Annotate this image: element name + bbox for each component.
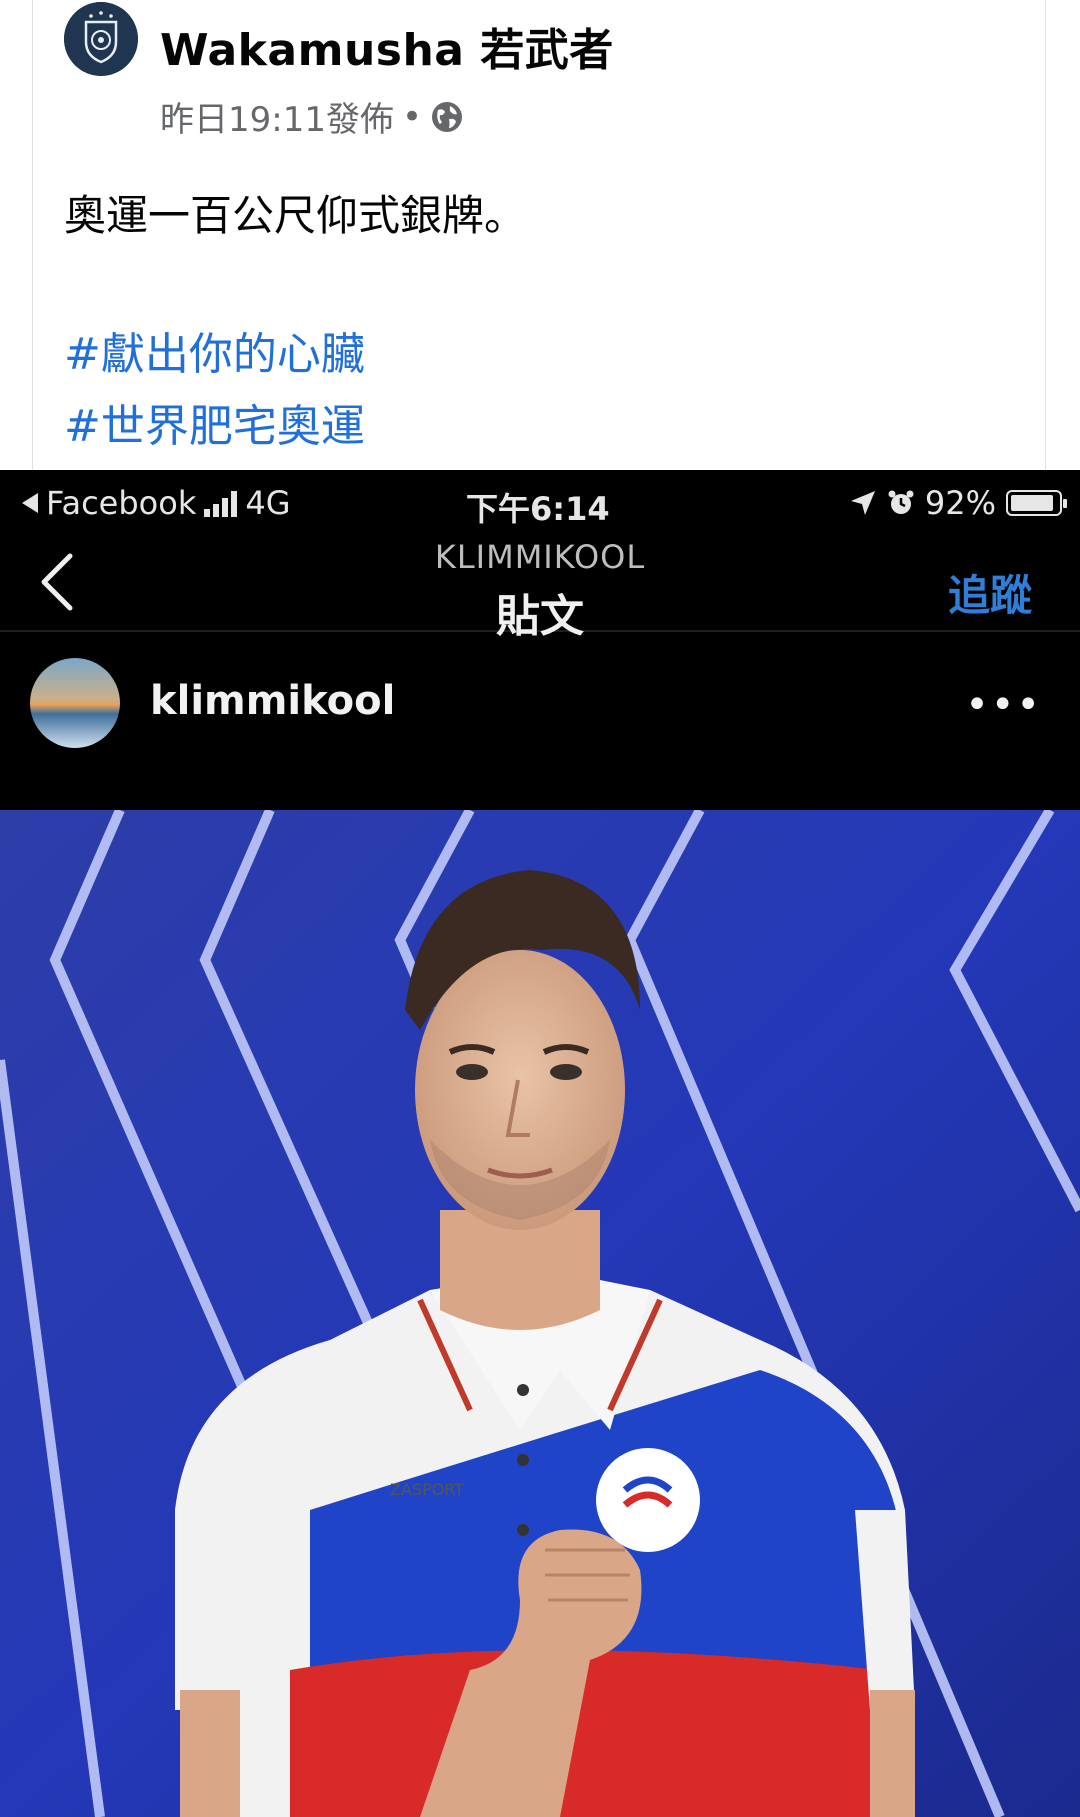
hashtag-link[interactable]: #世界肥宅奧運 — [64, 390, 365, 454]
meta-separator: • — [401, 96, 423, 137]
page-name[interactable]: Wakamusha 若武者 — [160, 14, 614, 78]
post-photo: ZASPORT — [0, 810, 1080, 1817]
battery-percent: 92% — [924, 484, 996, 522]
page-avatar[interactable] — [64, 2, 138, 76]
network-type: 4G — [245, 484, 291, 522]
battery-icon — [1006, 490, 1067, 516]
back-app-label: Facebook — [46, 484, 197, 522]
olympic-emblem-icon — [596, 1448, 700, 1552]
shield-logo-icon — [64, 2, 138, 76]
post-meta: 昨日19:11發佈 • — [160, 92, 464, 141]
more-options-icon[interactable]: ••• — [965, 682, 1042, 728]
alarm-icon — [888, 490, 914, 514]
post-header: klimmikool ••• — [0, 656, 1080, 780]
nav-username: KLIMMIKOOL — [434, 538, 646, 576]
attached-screenshot[interactable]: Facebook 4G 下午6:14 92% KLIMMIKOOL 貼文 追蹤 — [0, 470, 1080, 1817]
status-time: 下午6:14 — [466, 490, 610, 528]
status-bar: Facebook 4G 下午6:14 92% — [0, 470, 1080, 530]
post-username[interactable]: klimmikool — [150, 678, 395, 724]
follow-button[interactable]: 追蹤 — [948, 562, 1032, 623]
profile-avatar[interactable] — [30, 658, 120, 748]
shirt-brand-label: ZASPORT — [390, 1480, 464, 1499]
back-to-app-icon — [22, 493, 38, 513]
location-arrow-icon — [850, 491, 875, 515]
globe-icon[interactable] — [430, 100, 464, 134]
post-timestamp[interactable]: 昨日19:11發佈 — [160, 92, 394, 141]
nav-title: 貼文 — [496, 591, 584, 642]
signal-icon — [204, 489, 238, 517]
hashtag-link[interactable]: #獻出你的心臟 — [64, 318, 365, 382]
battery-level-fill — [1011, 495, 1053, 511]
post-text: 奧運一百公尺仰式銀牌。 — [64, 191, 527, 240]
